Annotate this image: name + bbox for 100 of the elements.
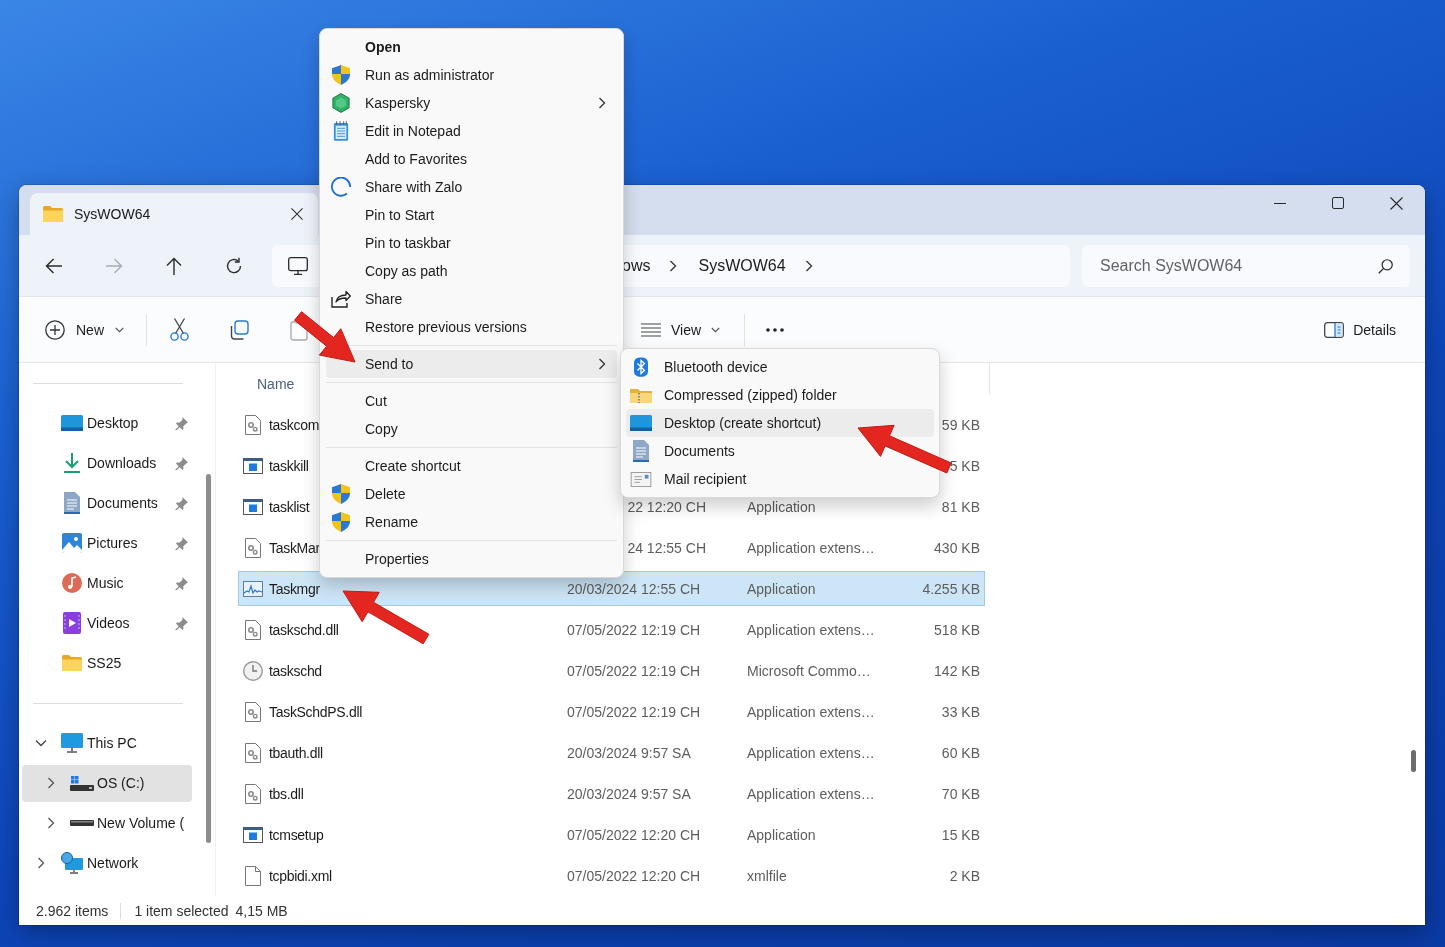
menu-item[interactable]: Copy <box>326 415 617 443</box>
file-name[interactable]: taskkill <box>269 457 309 474</box>
file-name[interactable]: TaskMar <box>269 539 320 556</box>
date-modified: 07/05/2022 12:20 CH <box>567 867 701 884</box>
file-type: xmlfile <box>747 867 787 884</box>
date-modified: 24 12:55 CH <box>627 539 706 556</box>
clock-icon <box>243 660 263 681</box>
chevron-right-icon[interactable] <box>47 777 55 789</box>
menu-item[interactable]: Delete <box>326 480 617 508</box>
chevron-right-icon[interactable] <box>669 259 678 272</box>
breadcrumb[interactable]: SysWOW64 <box>698 254 786 277</box>
file-type: Application <box>747 826 816 843</box>
file-name[interactable]: taskschd.dll <box>269 621 339 638</box>
column-header[interactable]: Name <box>257 375 295 392</box>
sidebar-item[interactable]: SS25 <box>19 643 201 683</box>
new-button[interactable]: New <box>36 309 133 350</box>
list-view-icon <box>641 322 661 337</box>
menu-item[interactable]: Restore previous versions <box>326 313 617 341</box>
menu-item[interactable]: Pin to Start <box>326 201 617 229</box>
menu-item[interactable]: Add to Favorites <box>326 145 617 173</box>
file-name[interactable]: tcpbidi.xml <box>269 867 332 884</box>
shield-icon <box>332 512 350 532</box>
file-type: Application extens… <box>747 744 875 761</box>
file-size: 59 KB <box>941 416 980 433</box>
drive-icon <box>70 820 94 826</box>
sidebar-item[interactable]: Videos <box>19 603 201 643</box>
search-field[interactable]: Search SysWOW64 <box>1082 244 1410 287</box>
date-modified: 07/05/2022 12:19 CH <box>567 662 701 679</box>
menu-item[interactable]: Properties <box>326 545 617 573</box>
menu-item[interactable]: Run as administrator <box>326 61 617 89</box>
menu-item[interactable]: Kaspersky <box>326 89 617 117</box>
item-count: 2.962 items <box>36 903 109 919</box>
menu-item[interactable]: Share with Zalo <box>326 173 617 201</box>
search-icon <box>1378 258 1393 274</box>
file-name[interactable]: tbs.dll <box>269 785 304 802</box>
file-size: 70 KB <box>941 785 980 802</box>
view-button[interactable]: View <box>632 309 730 350</box>
menu-item[interactable]: Open <box>326 33 617 61</box>
minimize-icon <box>1274 202 1286 204</box>
desktop-icon <box>630 415 652 431</box>
tree-item[interactable]: OS (C:) <box>22 764 192 802</box>
scrollbar-thumb[interactable] <box>206 474 211 843</box>
file-name[interactable]: taskschd <box>269 662 322 679</box>
envelope-icon <box>630 471 652 487</box>
tree-item[interactable]: This PC <box>22 724 192 762</box>
blank-file-icon <box>245 865 261 886</box>
date-modified: 20/03/2024 12:55 CH <box>567 580 701 597</box>
sidebar-item[interactable]: Downloads <box>19 443 201 483</box>
date-modified: 20/03/2024 9:57 SA <box>567 785 691 802</box>
tree-item[interactable]: New Volume ( <box>22 804 192 842</box>
tab[interactable]: SysWOW64 <box>30 193 318 235</box>
menu-item[interactable]: Rename <box>326 508 617 536</box>
sidebar-item[interactable]: Pictures <box>19 523 201 563</box>
file-name[interactable]: taskcom <box>269 416 320 433</box>
shield-icon <box>332 65 350 85</box>
document-icon <box>633 440 649 462</box>
more-icon <box>766 327 785 332</box>
file-type: Application extens… <box>747 703 875 720</box>
scrollbar-thumb[interactable] <box>1411 750 1416 772</box>
tree-item[interactable]: Network <box>22 844 192 882</box>
menu-item[interactable]: Bluetooth device <box>626 353 934 381</box>
date-modified: 07/05/2022 12:19 CH <box>567 703 701 720</box>
menu-item[interactable]: Share <box>326 285 617 313</box>
date-modified: 22 12:20 CH <box>627 498 706 515</box>
details-button[interactable]: Details <box>1315 309 1405 350</box>
menu-item[interactable]: Copy as path <box>326 257 617 285</box>
menu-item[interactable]: Documents <box>626 437 934 465</box>
file-name[interactable]: Taskmgr <box>269 580 320 597</box>
gear-file-icon <box>245 537 261 558</box>
ring-logo-icon <box>331 177 351 197</box>
app-window-icon <box>243 498 263 515</box>
file-name[interactable]: TaskSchdPS.dll <box>269 703 363 720</box>
chevron-right-icon[interactable] <box>47 817 55 829</box>
sidebar-item[interactable]: Desktop <box>19 403 201 443</box>
sidebar-item[interactable]: Documents <box>19 483 201 523</box>
menu-item[interactable]: Cut <box>326 387 617 415</box>
file-name[interactable]: tasklist <box>269 498 310 515</box>
sidebar-item[interactable]: Music <box>19 563 201 603</box>
chevron-right-icon[interactable] <box>37 857 45 869</box>
gear-file-icon <box>245 619 261 640</box>
monitor-icon <box>61 733 83 753</box>
plus-circle-icon <box>45 319 65 340</box>
menu-item[interactable]: Mail recipient <box>626 465 934 493</box>
maximize-icon <box>1332 197 1344 209</box>
file-name[interactable]: tbauth.dll <box>269 744 323 761</box>
annotation-arrow <box>294 311 356 363</box>
gear-file-icon <box>245 742 261 763</box>
chevron-right-icon[interactable] <box>804 259 813 272</box>
pictures-icon <box>62 533 82 553</box>
selection-count: 1 item selected <box>134 903 229 919</box>
menu-item[interactable]: Create shortcut <box>326 452 617 480</box>
menu-item[interactable]: Edit in Notepad <box>326 117 617 145</box>
menu-item[interactable]: Send to <box>326 350 617 378</box>
chevron-down-icon <box>711 326 721 333</box>
file-size: 15 KB <box>941 826 980 843</box>
chevron-down-icon[interactable] <box>35 739 47 747</box>
date-modified: 07/05/2022 12:20 CH <box>567 826 701 843</box>
menu-item[interactable]: Compressed (zipped) folder <box>626 381 934 409</box>
menu-item[interactable]: Desktop (create shortcut) <box>626 409 934 437</box>
file-name[interactable]: tcmsetup <box>269 826 324 843</box>
